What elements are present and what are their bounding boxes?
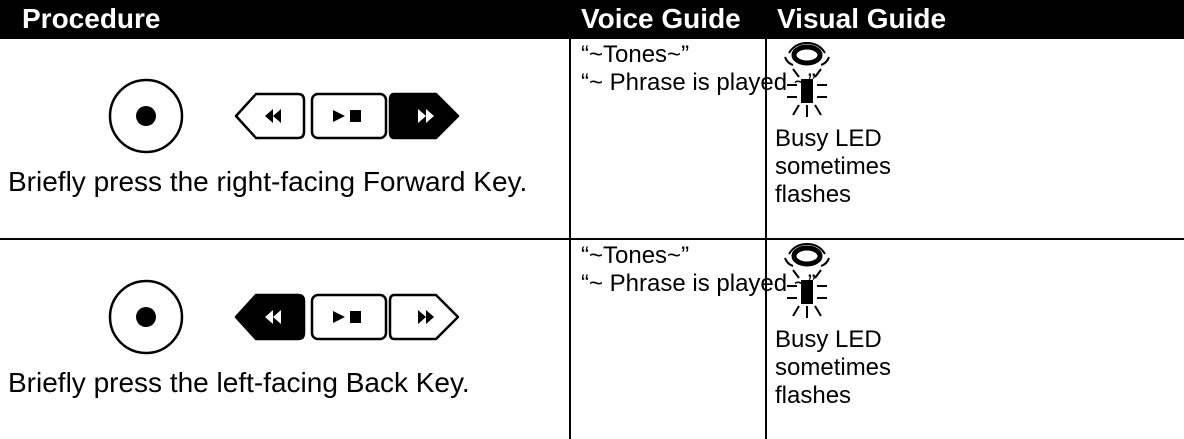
forward-key-icon: [388, 92, 460, 140]
header-visual-guide: Visual Guide: [765, 0, 1184, 39]
table-row: Briefly press the right-facing Forward K…: [0, 37, 1184, 240]
header-procedure: Procedure: [0, 0, 571, 39]
visual-line: sometimes: [775, 153, 892, 180]
voice-line: “~ Phrase is played ~”: [581, 69, 816, 96]
visual-line: Busy LED: [775, 125, 882, 152]
visual-line: flashes: [775, 181, 852, 208]
visual-line: Busy LED: [775, 326, 882, 353]
table-row: Briefly press the left-facing Back Key. …: [0, 238, 1184, 439]
key-diagram: [0, 39, 569, 169]
procedure-text: Briefly press the left-facing Back Key.: [8, 367, 470, 398]
visual-line: sometimes: [775, 354, 892, 381]
forward-key-icon: [388, 293, 460, 341]
voice-line: “~ Phrase is played ~”: [581, 270, 816, 297]
procedure-cell: Briefly press the left-facing Back Key.: [0, 238, 571, 439]
voice-guide-cell: “~Tones~” “~ Phrase is played ~”: [569, 238, 816, 439]
visual-guide-cell: Busy LED sometimes flashes: [765, 238, 1184, 439]
procedure-text: Briefly press the right-facing Forward K…: [8, 166, 528, 197]
play-stop-key-icon: [310, 92, 388, 140]
record-key-icon: [108, 279, 184, 355]
procedure-cell: Briefly press the right-facing Forward K…: [0, 37, 571, 240]
voice-line: “~Tones~”: [581, 41, 690, 68]
procedure-table: Procedure Voice Guide Visual Guide Brief…: [0, 0, 1184, 439]
play-stop-key-icon: [310, 293, 388, 341]
header-row: Procedure Voice Guide Visual Guide: [0, 0, 1184, 39]
voice-line: “~Tones~”: [581, 242, 690, 269]
back-key-icon: [234, 293, 306, 341]
back-key-icon: [234, 92, 306, 140]
visual-line: flashes: [775, 382, 852, 409]
record-key-icon: [108, 78, 184, 154]
visual-guide-cell: Busy LED sometimes flashes: [765, 37, 1184, 240]
key-diagram: [0, 240, 569, 370]
header-voice-guide: Voice Guide: [569, 0, 767, 39]
voice-guide-cell: “~Tones~” “~ Phrase is played ~”: [569, 37, 816, 240]
